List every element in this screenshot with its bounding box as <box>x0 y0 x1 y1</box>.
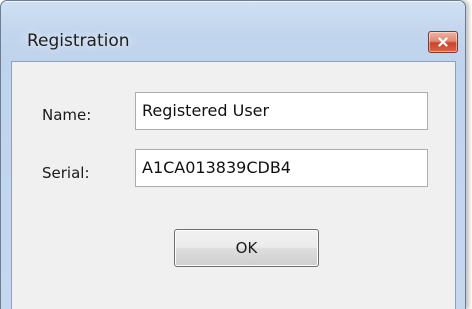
title-bar[interactable]: Registration <box>1 1 465 59</box>
registration-dialog: Registration Name: Registered User Seria… <box>0 0 466 309</box>
dialog-body: Name: Registered User Serial: A1CA013839… <box>11 61 456 309</box>
page: Registration Name: Registered User Seria… <box>0 0 472 309</box>
close-button[interactable] <box>428 31 458 53</box>
close-icon <box>438 37 448 47</box>
serial-label: Serial: <box>42 164 90 182</box>
ok-button[interactable]: OK <box>174 229 319 267</box>
serial-input[interactable]: A1CA013839CDB4 <box>135 149 428 187</box>
name-input[interactable]: Registered User <box>135 92 428 130</box>
dialog-title: Registration <box>27 31 130 51</box>
name-label: Name: <box>42 106 92 124</box>
